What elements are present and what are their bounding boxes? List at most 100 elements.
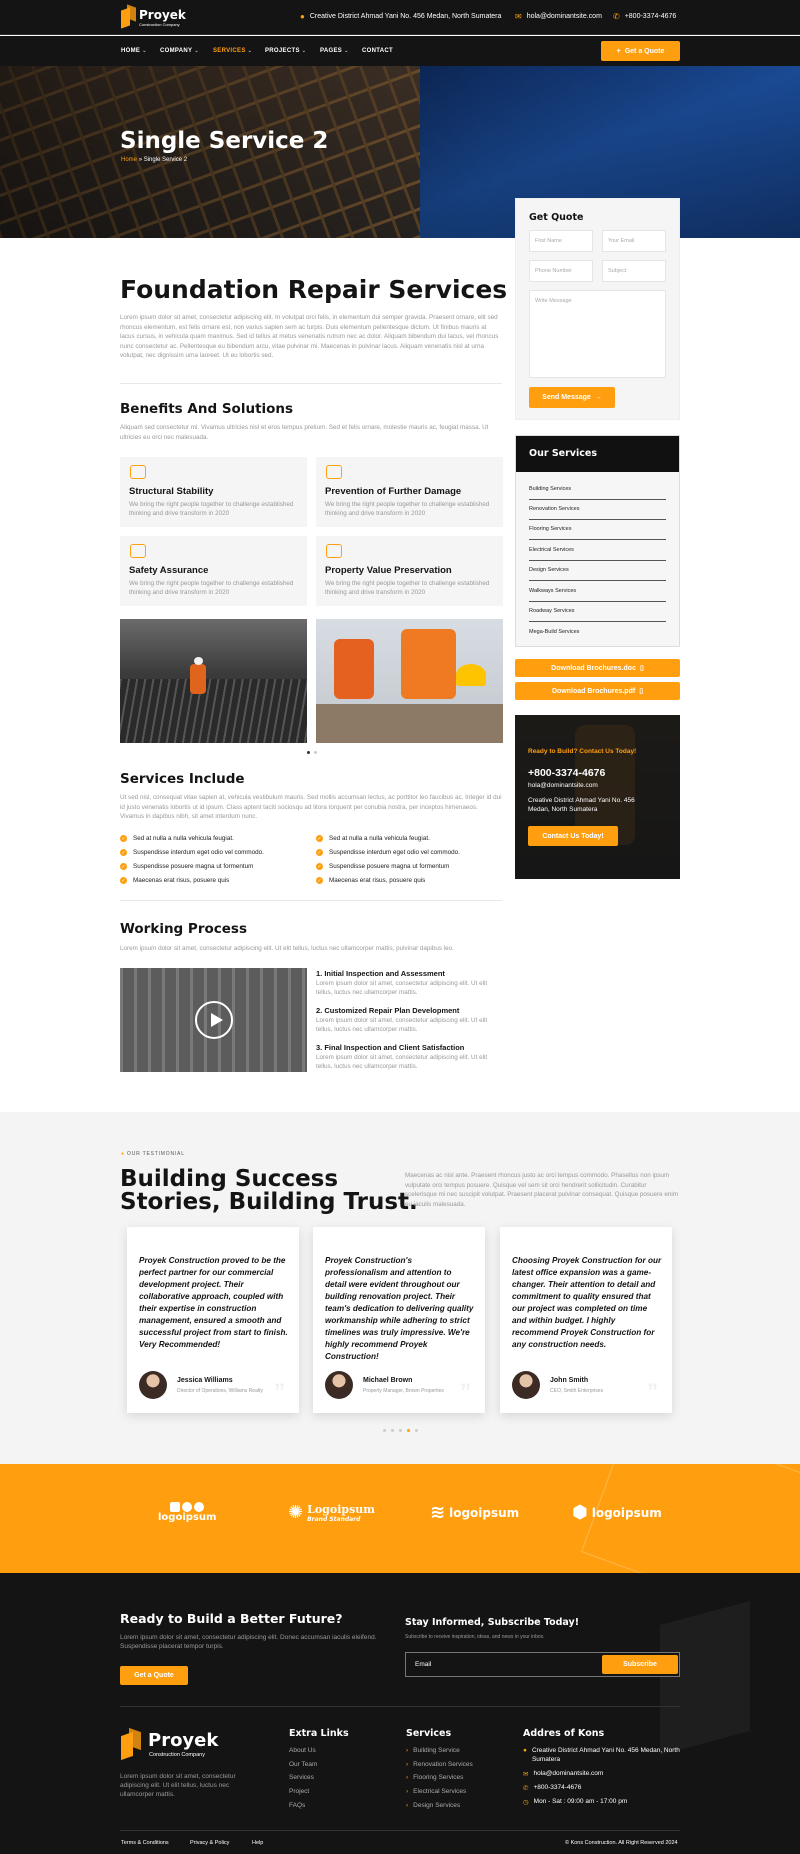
carousel-dot[interactable] bbox=[415, 1429, 418, 1432]
testimonial-text: Maecenas ac nisl ante. Praesent rhoncus … bbox=[405, 1172, 679, 1208]
carousel-dot-active[interactable] bbox=[407, 1429, 410, 1432]
slider-dot[interactable] bbox=[314, 751, 317, 754]
footer-service-link[interactable]: › Flooring Services bbox=[406, 1774, 463, 1781]
download-pdf-button[interactable]: Download Brochures.pdf ▯ bbox=[515, 682, 680, 700]
footer-quote-button[interactable]: Get a Quote bbox=[120, 1666, 188, 1685]
testimonial-quote: Proyek Construction proved to be the per… bbox=[139, 1256, 288, 1349]
footer-phone[interactable]: ✆ +800-3374-4676 bbox=[523, 1784, 581, 1792]
partner-logo: ⬢ logoipsum bbox=[572, 1502, 662, 1523]
footer-service-label[interactable]: Building Service bbox=[413, 1747, 460, 1754]
service-link[interactable]: Roadway Services bbox=[529, 602, 666, 622]
nav-company[interactable]: COMPANY ⌄ bbox=[160, 48, 199, 54]
download-doc-label[interactable]: Download Brochures.doc bbox=[551, 665, 636, 672]
nav-home-label[interactable]: HOME bbox=[121, 48, 140, 54]
nav-company-label[interactable]: COMPANY bbox=[160, 48, 192, 54]
partner-logo-stack: logoipsum bbox=[158, 1502, 216, 1523]
footer-service-label[interactable]: Design Services bbox=[413, 1802, 460, 1809]
carousel-dot[interactable] bbox=[399, 1429, 402, 1432]
nav-contact-label[interactable]: CONTACT bbox=[362, 48, 393, 54]
email-subscribe-input[interactable]: Email bbox=[415, 1661, 431, 1668]
nav-projects[interactable]: PROJECTS ⌄ bbox=[265, 48, 306, 54]
service-link[interactable]: Flooring Services bbox=[529, 520, 666, 540]
footer-quote-label[interactable]: Get a Quote bbox=[134, 1672, 174, 1679]
waves-logo-icon: ≋ bbox=[430, 1502, 446, 1523]
service-link[interactable]: Mega-Build Services bbox=[529, 623, 666, 643]
get-quote-button[interactable]: + Get a Quote bbox=[601, 41, 680, 61]
testimonial-kicker: ● OUR TESTIMONIAL bbox=[121, 1151, 185, 1157]
hardhat-shape bbox=[456, 664, 486, 686]
help-link[interactable]: Help bbox=[252, 1840, 263, 1846]
phone-input[interactable]: Phone Number bbox=[529, 260, 593, 282]
contact-us-button[interactable]: Contact Us Today! bbox=[528, 826, 618, 846]
send-message-button[interactable]: Send Message → bbox=[529, 387, 615, 408]
subscribe-button[interactable]: Subscribe bbox=[602, 1655, 678, 1674]
download-pdf-label[interactable]: Download Brochures.pdf bbox=[552, 688, 635, 695]
service-link[interactable]: Building Services bbox=[529, 480, 666, 500]
nav-pages[interactable]: PAGES ⌄ bbox=[320, 48, 349, 54]
partner-logo: logoipsum bbox=[158, 1502, 216, 1523]
footer-email[interactable]: ✉ hola@dominantsite.com bbox=[523, 1770, 603, 1778]
service-link[interactable]: Design Services bbox=[529, 561, 666, 581]
topbar-email-text[interactable]: hola@dominantsite.com bbox=[527, 13, 602, 20]
carousel-dot[interactable] bbox=[383, 1429, 386, 1432]
service-link[interactable]: Renovation Services bbox=[529, 500, 666, 520]
send-message-label[interactable]: Send Message bbox=[542, 394, 591, 401]
subscribe-label[interactable]: Subscribe bbox=[623, 1661, 657, 1668]
download-doc-button[interactable]: Download Brochures.doc ▯ bbox=[515, 659, 680, 677]
testimonial-role: CEO, Smith Enterprises bbox=[550, 1388, 604, 1394]
footer-link[interactable]: Project bbox=[289, 1788, 309, 1795]
cta-email[interactable]: hola@dominantsite.com bbox=[528, 782, 598, 789]
process-video[interactable] bbox=[120, 968, 307, 1072]
footer-service-link[interactable]: › Design Services bbox=[406, 1802, 460, 1809]
play-button[interactable] bbox=[195, 1001, 233, 1039]
service-link[interactable]: Electrical Services bbox=[529, 541, 666, 561]
footer-link[interactable]: FAQs bbox=[289, 1802, 305, 1809]
footer-link[interactable]: About Us bbox=[289, 1747, 316, 1754]
subject-input[interactable]: Subject bbox=[602, 260, 666, 282]
first-name-input[interactable]: First Name bbox=[529, 230, 593, 252]
footer-link[interactable]: Our Team bbox=[289, 1761, 317, 1768]
brand-logo[interactable]: Proyek Construction Company bbox=[121, 4, 191, 30]
footer-service-label[interactable]: Renovation Services bbox=[413, 1761, 473, 1768]
footer-email-text[interactable]: hola@dominantsite.com bbox=[533, 1770, 603, 1778]
topbar-phone[interactable]: ✆ +800-3374-4676 bbox=[613, 12, 676, 21]
testimonial-card: Choosing Proyek Construction for our lat… bbox=[500, 1227, 672, 1413]
message-textarea[interactable]: Write Message bbox=[529, 290, 666, 378]
footer-link[interactable]: Services bbox=[289, 1774, 314, 1781]
footer-service-link[interactable]: › Electrical Services bbox=[406, 1788, 466, 1795]
footer-service-label[interactable]: Flooring Services bbox=[413, 1774, 463, 1781]
nav-services-label[interactable]: SERVICES bbox=[213, 48, 246, 54]
footer-logo[interactable]: Proyek Construction Company bbox=[121, 1727, 231, 1764]
engineers-photo[interactable] bbox=[316, 619, 503, 743]
get-quote-label[interactable]: Get a Quote bbox=[625, 48, 665, 55]
slider-dot-active[interactable] bbox=[307, 751, 310, 754]
worker-photo[interactable] bbox=[120, 619, 307, 743]
nav-home[interactable]: HOME ⌄ bbox=[121, 48, 147, 54]
footer-service-link[interactable]: › Building Service bbox=[406, 1747, 460, 1754]
footer-service-label[interactable]: Electrical Services bbox=[413, 1788, 466, 1795]
nav-projects-label[interactable]: PROJECTS bbox=[265, 48, 300, 54]
check-icon: ✓ bbox=[316, 863, 323, 870]
divider bbox=[120, 900, 502, 901]
service-link[interactable]: Walkways Services bbox=[529, 582, 666, 602]
topbar-phone-text[interactable]: +800-3374-4676 bbox=[625, 13, 677, 20]
nav-pages-label[interactable]: PAGES bbox=[320, 48, 342, 54]
contact-us-label[interactable]: Contact Us Today! bbox=[542, 833, 603, 840]
quote-icon: ” bbox=[647, 1379, 658, 1404]
play-icon bbox=[211, 1013, 223, 1027]
chevron-right-icon: › bbox=[406, 1774, 409, 1781]
include-item: ✓ Suspendisse posuere magna ut formentum bbox=[316, 863, 449, 870]
rebar-pattern bbox=[120, 679, 307, 743]
footer-phone-text[interactable]: +800-3374-4676 bbox=[533, 1784, 581, 1792]
nav-contact[interactable]: CONTACT bbox=[362, 48, 393, 54]
carousel-dot[interactable] bbox=[391, 1429, 394, 1432]
footer-service-link[interactable]: › Renovation Services bbox=[406, 1761, 473, 1768]
cta-phone[interactable]: +800-3374-4676 bbox=[528, 767, 605, 779]
nav-services[interactable]: SERVICES ⌄ bbox=[213, 48, 252, 54]
breadcrumb-home[interactable]: Home bbox=[121, 157, 137, 163]
privacy-link[interactable]: Privacy & Policy bbox=[190, 1840, 229, 1846]
email-input[interactable]: Your Email bbox=[602, 230, 666, 252]
email-placeholder: Your Email bbox=[608, 238, 635, 244]
topbar-email[interactable]: ✉ hola@dominantsite.com bbox=[515, 12, 602, 21]
terms-link[interactable]: Terms & Conditions bbox=[121, 1840, 169, 1846]
